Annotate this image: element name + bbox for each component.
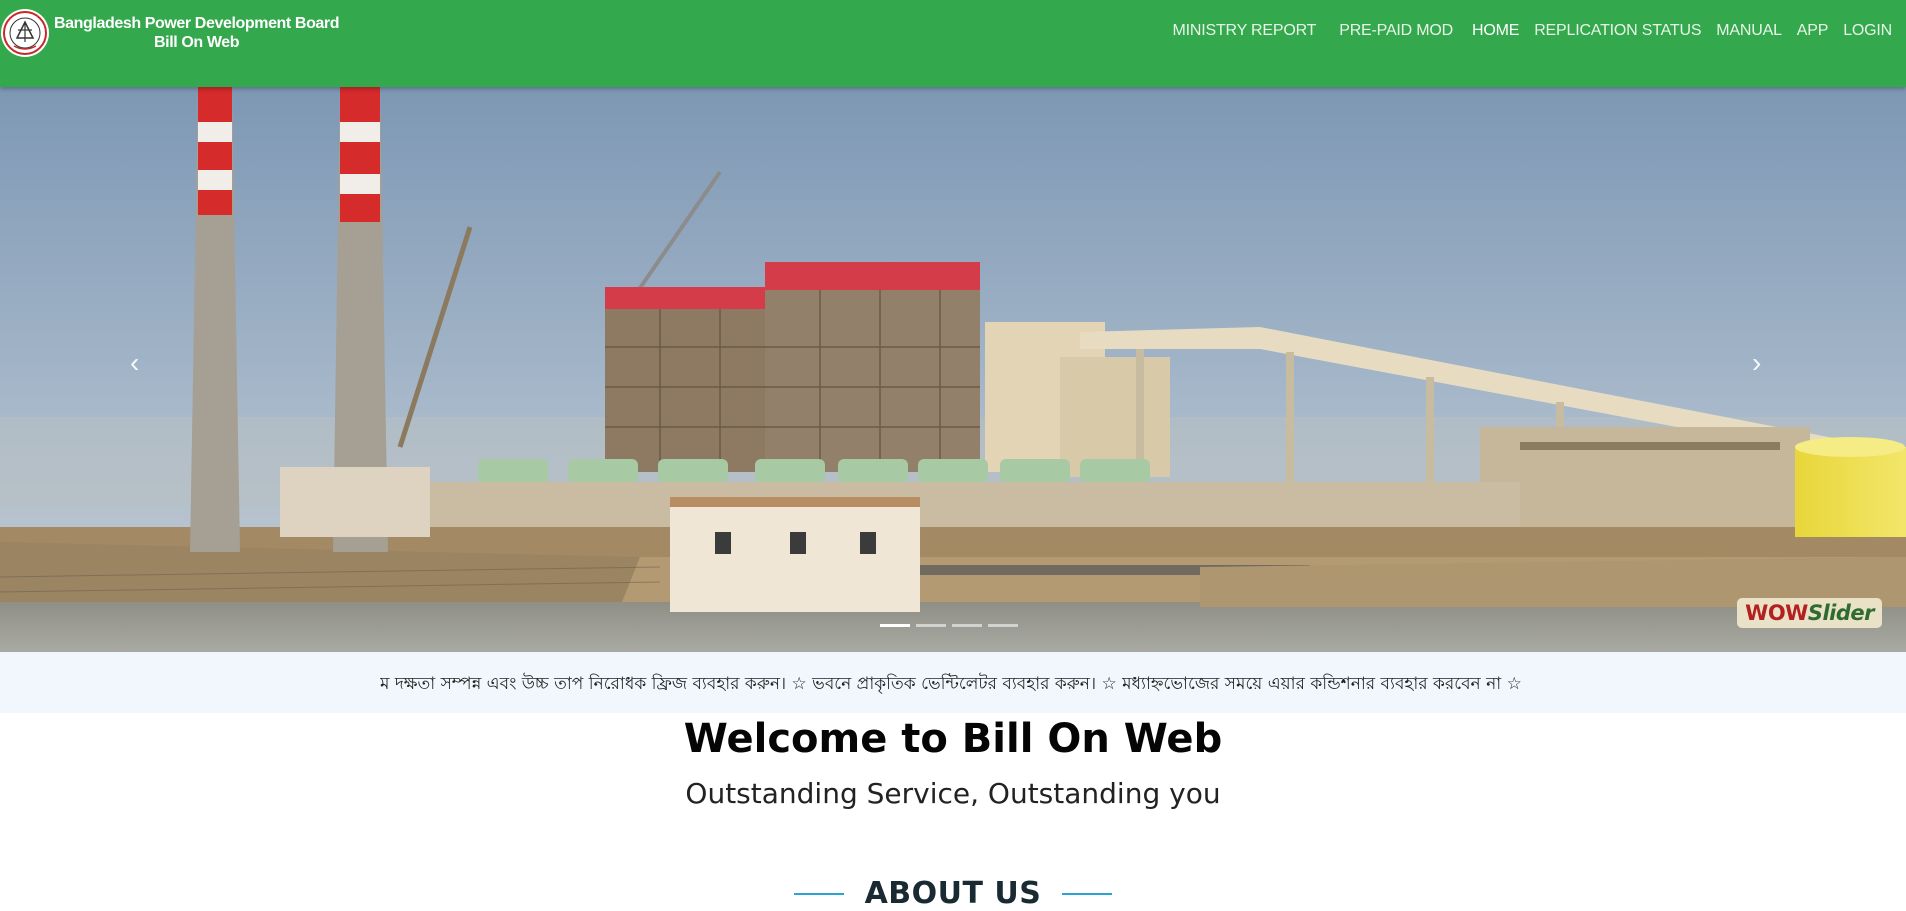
slider-dot[interactable]: [916, 624, 946, 627]
brand-title: Bangladesh Power Development Board Bill …: [54, 14, 340, 52]
nav-home[interactable]: HOME: [1472, 22, 1519, 40]
slider-next-button[interactable]: ›: [1752, 347, 1761, 379]
top-navbar: Bangladesh Power Development Board Bill …: [0, 0, 1906, 87]
bpdb-logo: [1, 9, 49, 57]
wowslider-badge-part1: WOW: [1745, 601, 1808, 625]
slider-pagination: [880, 624, 1018, 627]
about-divider-left: [794, 892, 845, 895]
brand-title-line2: Bill On Web: [154, 34, 240, 51]
power-plant-photo: [0, 87, 1906, 652]
main-nav: MINISTRY REPORT PRE-PAID MOD HOME REPLIC…: [1173, 22, 1906, 40]
wowslider-badge[interactable]: WOWSlider: [1737, 598, 1882, 628]
slider-dot[interactable]: [952, 624, 982, 627]
nav-manual[interactable]: MANUAL: [1716, 22, 1782, 40]
slider-dot[interactable]: [880, 624, 910, 627]
hero-slider: ‹ › WOWSlider: [0, 87, 1906, 652]
brand[interactable]: Bangladesh Power Development Board Bill …: [0, 8, 340, 58]
welcome-tagline: Outstanding Service, Outstanding you: [685, 777, 1221, 810]
chevron-right-icon: ›: [1752, 347, 1762, 378]
notice-ticker: ম দক্ষতা সম্পন্ন এবং উচ্চ তাপ নিরোধক ফ্র…: [0, 652, 1906, 713]
nav-login[interactable]: LOGIN: [1843, 22, 1892, 40]
welcome-heading: Welcome to Bill On Web: [683, 716, 1223, 762]
nav-app[interactable]: APP: [1797, 22, 1829, 40]
nav-ministry-report[interactable]: MINISTRY REPORT: [1173, 22, 1317, 40]
chevron-left-icon: ‹: [130, 347, 140, 378]
wowslider-badge-part2: Slider: [1807, 601, 1875, 625]
slider-dot[interactable]: [988, 624, 1018, 627]
nav-pre-paid-mod[interactable]: PRE-PAID MOD: [1339, 22, 1453, 40]
slider-prev-button[interactable]: ‹: [130, 347, 139, 379]
nav-replication-status[interactable]: REPLICATION STATUS: [1534, 22, 1701, 40]
ticker-text: ম দক্ষতা সম্পন্ন এবং উচ্চ তাপ নিরোধক ফ্র…: [380, 674, 1522, 694]
brand-title-line1: Bangladesh Power Development Board: [54, 15, 340, 32]
about-divider-right: [1061, 892, 1112, 895]
